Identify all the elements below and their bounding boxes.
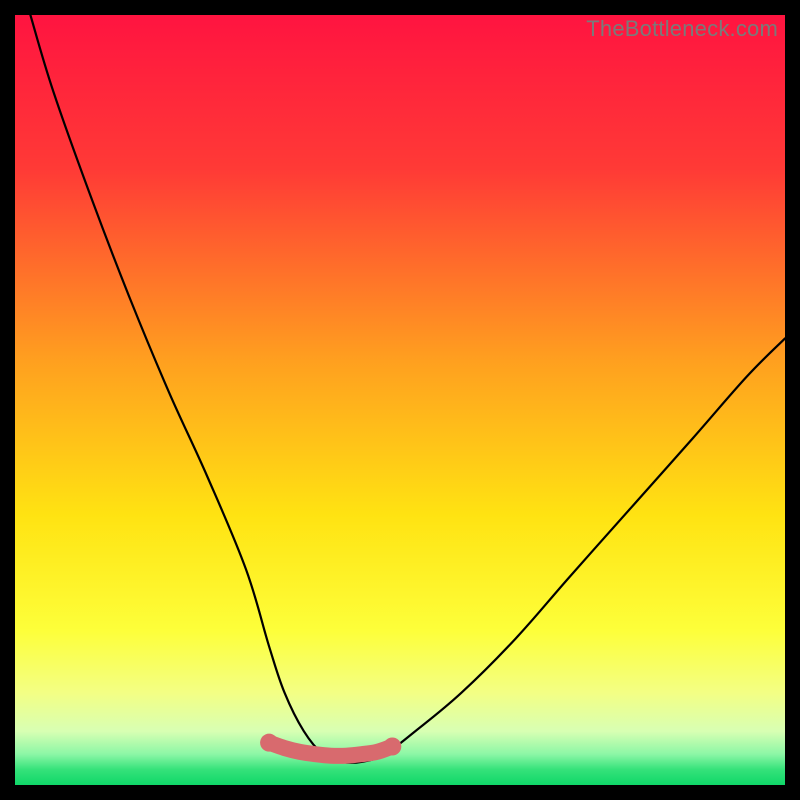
watermark-text: TheBottleneck.com (586, 16, 778, 42)
plot-area (15, 15, 785, 785)
bottleneck-curve (15, 15, 785, 785)
chart-frame: TheBottleneck.com (0, 0, 800, 800)
